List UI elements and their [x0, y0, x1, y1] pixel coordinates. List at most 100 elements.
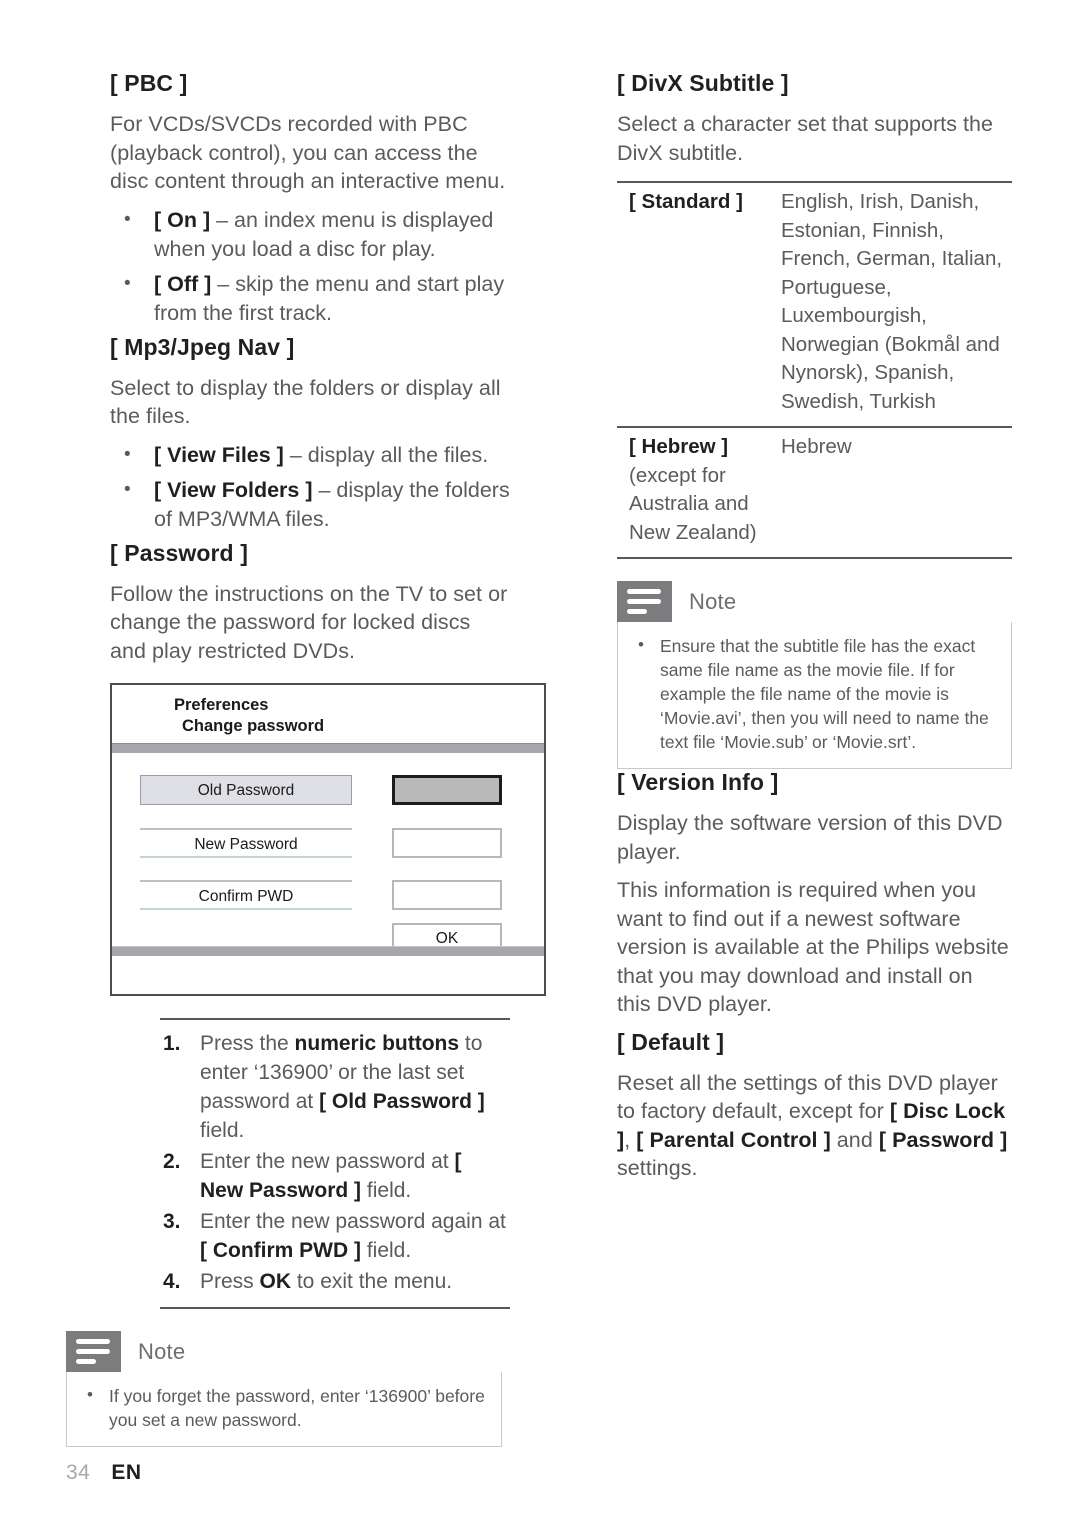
default-text-2: ,: [624, 1127, 637, 1152]
tv-label-old-password[interactable]: Old Password: [140, 775, 352, 806]
nav-option-dash-0: –: [283, 442, 308, 467]
step-text-3-1: [ Confirm PWD ]: [200, 1239, 361, 1263]
right-column: [ DivX Subtitle ] Select a character set…: [617, 70, 1012, 1193]
step-text-1-0: Press the: [200, 1032, 295, 1056]
default-text-3: [ Parental Control ]: [636, 1127, 831, 1152]
tv-input-new-password[interactable]: [392, 828, 502, 859]
default-text-5: [ Password ]: [878, 1127, 1008, 1152]
mp3-jpeg-nav-description: Select to display the folders or display…: [110, 375, 501, 429]
tv-screen-bottom-divider: [112, 946, 544, 957]
nav-option-key-0: [ View Files ]: [154, 442, 284, 467]
table-cell-key-hebrew: [ Hebrew ] (except for Australia and New…: [617, 427, 781, 558]
divx-key-hebrew-note: (except for Australia and New Zealand): [629, 463, 757, 544]
step-text-1-3: [ Old Password ]: [319, 1090, 485, 1114]
step-number-3: 3.: [163, 1210, 181, 1234]
section-heading-divx-subtitle: [ DivX Subtitle ]: [617, 70, 789, 96]
step-number-4: 4.: [163, 1270, 181, 1294]
pbc-option-dash-1: –: [211, 271, 236, 296]
note-lines-icon: [617, 581, 672, 623]
password-description: Follow the instructions on the TV to set…: [110, 581, 508, 663]
pbc-option-key-1: [ Off ]: [154, 271, 212, 296]
list-item: 2. Enter the new password at [ New Passwo…: [160, 1147, 510, 1205]
divx-charset-table: [ Standard ] English, Irish, Danish, Est…: [617, 181, 1012, 559]
list-item: 4. Press OK to exit the menu.: [160, 1267, 510, 1296]
section-heading-default: [ Default ]: [617, 1028, 725, 1055]
step-number-2: 2.: [163, 1150, 181, 1174]
page-number: 34: [66, 1461, 91, 1484]
default-description: Reset all the settings of this DVD playe…: [617, 1069, 1012, 1183]
note-box-divx: Note Ensure that the subtitle file has t…: [617, 581, 1012, 770]
note-header: Note: [617, 581, 1012, 623]
tv-label-new-password[interactable]: New Password: [140, 828, 352, 859]
tv-screen-title-line1: Preferences: [174, 696, 269, 715]
step-text-4-0: Press: [200, 1270, 260, 1294]
note-lines-icon: [66, 1331, 121, 1373]
section-heading-mp3-jpeg-nav: [ Mp3/Jpeg Nav ]: [110, 333, 295, 360]
password-steps-list: 1. Press the numeric buttons to enter ‘13…: [160, 1029, 510, 1296]
manual-page: [ PBC ] For VCDs/SVCDs recorded with PBC…: [0, 0, 1080, 1527]
note-header: Note: [66, 1331, 502, 1373]
nav-option-dash-1: –: [312, 477, 337, 502]
step-text-4-1: OK: [259, 1270, 292, 1294]
list-item: Ensure that the subtitle file has the ex…: [634, 633, 995, 754]
note-item-list: Ensure that the subtitle file has the ex…: [634, 633, 995, 754]
left-column: [ PBC ] For VCDs/SVCDs recorded with PBC…: [66, 70, 546, 1448]
pbc-description: For VCDs/SVCDs recorded with PBC (playba…: [110, 112, 506, 194]
tv-screen-title: Preferences Change password: [112, 685, 544, 743]
list-item: 3. Enter the new password again at [ Conf…: [160, 1207, 510, 1265]
tv-row-old-password: Old Password: [140, 775, 520, 806]
tv-screen-top-divider: [112, 743, 544, 754]
divx-subtitle-description: Select a character set that supports the…: [617, 112, 994, 165]
step-text-2-0: Enter the new password at: [200, 1150, 455, 1174]
default-text-6: settings.: [617, 1156, 698, 1181]
nav-option-key-1: [ View Folders ]: [154, 477, 313, 502]
step-text-2-2: field.: [361, 1179, 412, 1203]
table-row: [ Standard ] English, Irish, Danish, Est…: [617, 182, 1012, 427]
note-box-password: Note If you forget the password, enter ‘…: [66, 1331, 502, 1448]
mp3-jpeg-nav-option-list: [ View Files ] – display all the files. …: [110, 440, 510, 534]
step-text-4-2: to exit the menu.: [291, 1270, 453, 1294]
tv-input-old-password[interactable]: [392, 775, 502, 806]
version-info-paragraph-1: Display the software version of this DVD…: [617, 811, 1003, 864]
pbc-option-dash-0: –: [210, 207, 235, 232]
tv-row-new-password: New Password: [140, 828, 520, 859]
nav-option-text-0: display all the files.: [307, 442, 489, 467]
section-heading-password: [ Password ]: [110, 539, 248, 566]
tv-input-confirm-pwd[interactable]: [392, 880, 502, 911]
tv-screen-mock-change-password: Preferences Change password Old Password…: [110, 683, 546, 997]
step-text-3-0: Enter the new password again at: [200, 1210, 506, 1234]
note-title: Note: [689, 588, 737, 614]
section-heading-version-info: [ Version Info ]: [617, 769, 779, 796]
table-cell-key-standard: [ Standard ]: [617, 182, 781, 427]
tv-screen-title-line2: Change password: [182, 717, 325, 736]
tv-label-confirm-pwd[interactable]: Confirm PWD: [140, 880, 352, 911]
step-text-1-1: numeric buttons: [294, 1032, 460, 1056]
step-number-1: 1.: [163, 1032, 181, 1056]
tv-screen-body: Old Password New Password Confirm PWD OK: [112, 753, 544, 958]
page-language-code: EN: [111, 1461, 142, 1484]
tv-row-confirm-pwd: Confirm PWD: [140, 880, 520, 911]
default-text-4: and: [830, 1127, 879, 1152]
note-item-list: If you forget the password, enter ‘13690…: [83, 1383, 485, 1432]
note-body: If you forget the password, enter ‘13690…: [66, 1372, 502, 1448]
section-heading-pbc: [ PBC ]: [110, 70, 188, 96]
list-item: [ On ] – an index menu is displayed when…: [110, 205, 510, 264]
step-text-1-4: field.: [200, 1119, 245, 1143]
list-item: [ View Folders ] – display the folders o…: [110, 475, 510, 534]
step-text-3-2: field.: [360, 1239, 412, 1263]
note-body: Ensure that the subtitle file has the ex…: [617, 622, 1012, 770]
pbc-option-list: [ On ] – an index menu is displayed when…: [110, 205, 510, 328]
note-title: Note: [138, 1338, 186, 1364]
list-item: If you forget the password, enter ‘13690…: [83, 1383, 485, 1432]
list-item: [ View Files ] – display all the files.: [110, 440, 510, 470]
list-item: [ Off ] – skip the menu and start play f…: [110, 269, 510, 328]
version-info-paragraph-2: This information is required when you wa…: [617, 878, 1009, 1017]
divx-key-standard: [ Standard ]: [629, 190, 743, 214]
list-item: 1. Press the numeric buttons to enter ‘13…: [160, 1029, 510, 1145]
table-cell-value-hebrew: Hebrew: [781, 435, 852, 459]
table-row: [ Hebrew ] (except for Australia and New…: [617, 427, 1012, 559]
pbc-option-key-0: [ On ]: [154, 207, 211, 232]
page-footer: 34 EN: [66, 1461, 142, 1485]
password-steps-block: 1. Press the numeric buttons to enter ‘13…: [160, 1018, 510, 1310]
table-cell-value-standard: English, Irish, Danish, Estonian, Finnis…: [781, 190, 1003, 413]
